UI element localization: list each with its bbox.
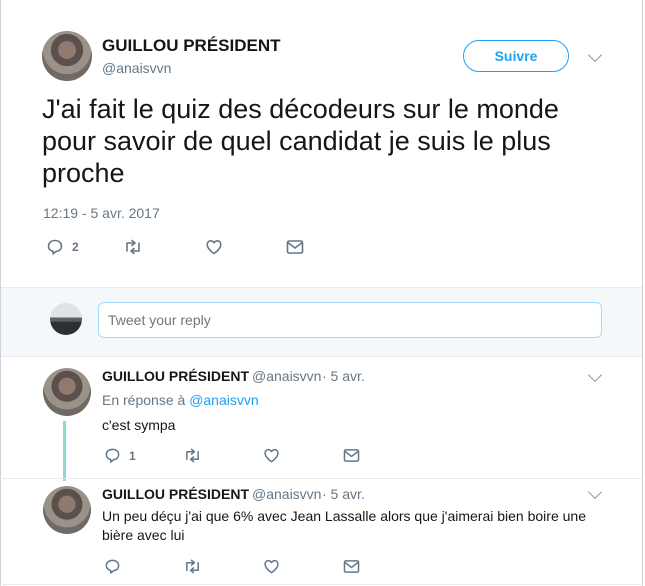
like-icon <box>263 558 280 575</box>
retweet-icon <box>123 238 143 256</box>
follow-button[interactable]: Suivre <box>463 40 569 72</box>
reply-input[interactable] <box>98 302 602 338</box>
dm-icon <box>343 448 360 463</box>
dm-action[interactable] <box>343 448 360 463</box>
user-handle[interactable]: @anaisvvn <box>102 60 171 76</box>
in-reply-to: En réponse à @anaisvvn <box>102 392 259 408</box>
dm-action[interactable] <box>343 559 360 574</box>
user-handle[interactable]: @anaisvvn <box>252 486 321 502</box>
like-action[interactable] <box>205 238 223 256</box>
reply-count: 2 <box>72 240 79 254</box>
retweet-icon <box>183 558 202 575</box>
user-handle[interactable]: @anaisvvn <box>252 368 321 384</box>
reply-action[interactable]: 1 <box>104 447 136 464</box>
reply-icon <box>46 238 64 256</box>
reply-action[interactable] <box>104 558 121 575</box>
retweet-action[interactable] <box>123 238 143 256</box>
reply-count: 1 <box>129 448 136 463</box>
tweet-text: J'ai fait le quiz des décodeurs sur le m… <box>42 94 559 188</box>
dm-icon <box>286 239 304 255</box>
like-icon <box>263 447 280 464</box>
avatar[interactable] <box>42 31 92 81</box>
reply-icon <box>104 558 121 575</box>
tweet-text: c'est sympa <box>102 417 176 433</box>
divider <box>0 478 643 479</box>
avatar[interactable] <box>43 368 91 416</box>
like-action[interactable] <box>263 447 280 464</box>
retweet-icon <box>183 447 202 464</box>
tweet-date[interactable]: · 5 avr. <box>322 368 365 384</box>
in-reply-handle-link[interactable]: @anaisvvn <box>189 392 258 408</box>
dm-action[interactable] <box>286 239 304 255</box>
in-reply-prefix: En réponse à <box>102 392 186 408</box>
tweet-timestamp[interactable]: 12:19 - 5 avr. 2017 <box>43 205 160 221</box>
current-user-avatar[interactable] <box>50 303 82 335</box>
avatar[interactable] <box>43 486 91 534</box>
display-name[interactable]: GUILLOU PRÉSIDENT <box>102 36 281 56</box>
retweet-action[interactable] <box>183 558 202 575</box>
tweet-text: Un peu déçu j'ai que 6% avec Jean Lassal… <box>102 508 586 543</box>
like-icon <box>205 238 223 256</box>
reply-action[interactable]: 2 <box>46 238 79 256</box>
divider <box>0 584 643 585</box>
display-name[interactable]: GUILLOU PRÉSIDENT <box>102 486 249 502</box>
dm-icon <box>343 559 360 574</box>
reply-icon <box>104 447 121 464</box>
like-action[interactable] <box>263 558 280 575</box>
display-name[interactable]: GUILLOU PRÉSIDENT <box>102 368 249 384</box>
retweet-action[interactable] <box>183 447 202 464</box>
thread-connector <box>63 421 66 481</box>
tweet-date[interactable]: · 5 avr. <box>322 486 365 502</box>
